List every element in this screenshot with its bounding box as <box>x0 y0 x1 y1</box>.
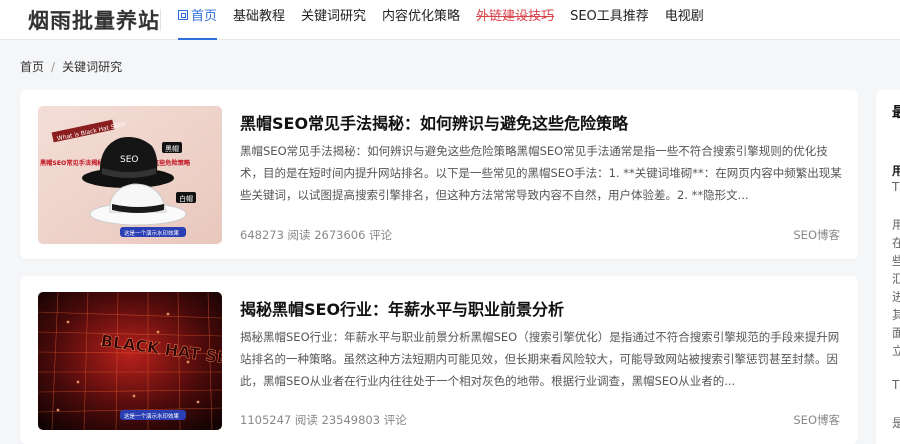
sidebar-text-line: 用 <box>892 218 900 232</box>
breadcrumb: 首页 / 关键词研究 <box>20 58 122 75</box>
article-title[interactable]: 揭秘黑帽SEO行业：年薪水平与职业前景分析 <box>240 296 564 320</box>
breadcrumb-separator: / <box>51 60 56 74</box>
nav-item-link-building[interactable]: 外链建设技巧 <box>476 0 554 40</box>
sidebar-text-line: 是 <box>892 416 900 430</box>
top-navigation-bar: 烟雨批量养站 首页 基础教程 关键词研究 内容优化策略 外链建设技巧 SEO工具… <box>0 0 900 40</box>
nav-item-tv-series[interactable]: 电视剧 <box>665 0 704 40</box>
nav-item-seo-tools[interactable]: SEO工具推荐 <box>570 0 649 40</box>
sidebar-panel: 最 用 T 用 在 些 汇 进 其 面 立 T 是 <box>876 90 900 444</box>
sidebar-item-title[interactable]: 用 <box>892 162 900 179</box>
black-hat-seo-circuit-illustration: BLACK HAT SEO 这是一个演示水印效果 <box>38 292 222 430</box>
sidebar-text-line: 面 <box>892 326 900 340</box>
main-nav: 首页 基础教程 关键词研究 内容优化策略 外链建设技巧 SEO工具推荐 电视剧 <box>178 0 720 40</box>
sidebar-item-subtitle: T <box>892 180 900 194</box>
nav-item-home[interactable]: 首页 <box>178 0 218 40</box>
sidebar-text-line: 进 <box>892 290 900 304</box>
article-card[interactable]: BLACK HAT SEO 这是一个演示水印效果 揭秘黑帽SEO行业：年薪水平与… <box>20 276 858 444</box>
thumb-hat-seo-label: SEO <box>120 155 138 165</box>
sidebar-text-line: 其 <box>892 308 900 322</box>
logo-divider <box>160 9 161 31</box>
article-title[interactable]: 黑帽SEO常见手法揭秘：如何辨识与避免这些危险策略 <box>240 110 628 134</box>
article-stats: 648273 阅读 2673606 评论 <box>240 228 393 242</box>
thumb-white-hat-label: 白帽 <box>179 194 193 203</box>
black-hat-seo-illustration: What is Black Hat SEO? 黑帽SEO常见手法揭秘：如何辨识与… <box>38 106 222 244</box>
article-excerpt: 黑帽SEO常见手法揭秘：如何辨识与避免这些危险策略黑帽SEO常见手法通常是指一些… <box>240 144 842 202</box>
sidebar-heading: 最 <box>892 105 900 121</box>
breadcrumb-home-link[interactable]: 首页 <box>20 60 44 74</box>
sidebar-text-line: 些 <box>892 254 900 268</box>
article-card[interactable]: What is Black Hat SEO? 黑帽SEO常见手法揭秘：如何辨识与… <box>20 90 858 259</box>
breadcrumb-current: 关键词研究 <box>62 60 123 74</box>
nav-item-label: 首页 <box>191 9 218 24</box>
nav-item-basics[interactable]: 基础教程 <box>233 0 285 40</box>
nav-item-content-optimization[interactable]: 内容优化策略 <box>382 0 460 40</box>
thumb-black-hat-label: 黑帽 <box>165 144 179 153</box>
article-stats: 1105247 阅读 23549803 评论 <box>240 413 407 427</box>
site-logo[interactable]: 烟雨批量养站 <box>28 5 160 35</box>
sidebar-text-line: 在 <box>892 236 900 250</box>
sidebar-text-line: T <box>892 378 900 392</box>
nav-item-keyword-research[interactable]: 关键词研究 <box>301 0 366 40</box>
thumb-watermark-badge: 这是一个演示水印效果 <box>124 412 180 420</box>
article-source[interactable]: SEO博客 <box>793 227 840 243</box>
article-thumbnail[interactable]: What is Black Hat SEO? 黑帽SEO常见手法揭秘：如何辨识与… <box>38 106 222 244</box>
sidebar-text-line: 汇 <box>892 272 900 286</box>
article-excerpt: 揭秘黑帽SEO行业：年薪水平与职业前景分析黑帽SEO（搜索引擎优化）是指通过不符… <box>240 330 840 388</box>
article-source[interactable]: SEO博客 <box>793 412 840 428</box>
sidebar-text-line: 立 <box>892 344 900 358</box>
thumb-watermark-badge: 这是一个演示水印效果 <box>124 229 180 237</box>
home-icon <box>178 10 188 20</box>
article-thumbnail[interactable]: BLACK HAT SEO 这是一个演示水印效果 <box>38 292 222 430</box>
